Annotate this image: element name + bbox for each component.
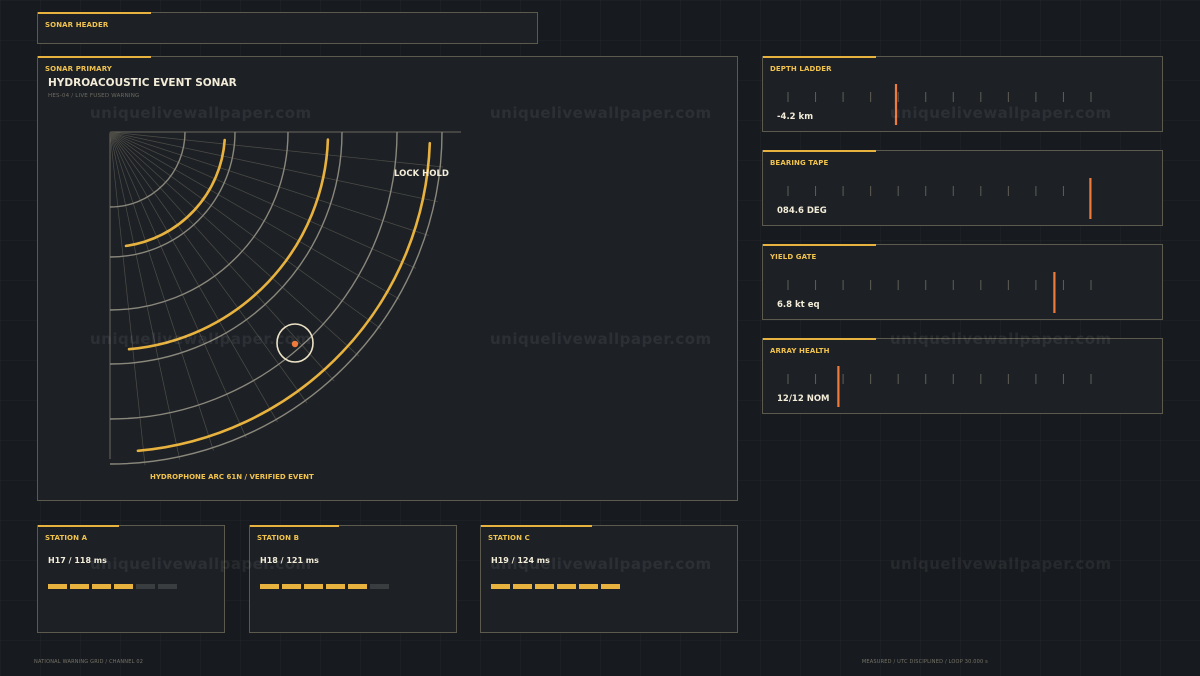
range-ring — [109, 131, 398, 420]
signal-bar — [304, 584, 323, 589]
station-value: H17 / 118 ms — [48, 556, 107, 565]
arc-caption: HYDROPHONE ARC 61N / VERIFIED EVENT — [150, 473, 314, 481]
bearing-ray — [109, 131, 429, 236]
bearing-ray — [109, 131, 438, 203]
ruler-scale — [787, 366, 1092, 407]
signal-bar — [260, 584, 279, 589]
ruler-scale — [787, 84, 1092, 125]
signal-bar — [557, 584, 576, 589]
bearing-ray — [109, 131, 181, 460]
station-value: H18 / 121 ms — [260, 556, 319, 565]
signal-bar — [48, 584, 67, 589]
panel-accent-bar — [38, 525, 119, 527]
ruler-scale — [787, 272, 1092, 313]
signal-bars — [48, 584, 177, 589]
signal-bar — [348, 584, 367, 589]
panel-accent-bar — [38, 12, 151, 14]
signal-bar — [535, 584, 554, 589]
signal-bar — [513, 584, 532, 589]
signal-bar — [491, 584, 510, 589]
detection-arc[interactable] — [136, 141, 432, 453]
panel-title: STATION A — [45, 534, 88, 542]
footer-right: MEASURED / UTC DISCIPLINED / LOOP 30.000… — [861, 659, 988, 665]
panel-accent-bar — [481, 525, 592, 527]
corner-notch-icon — [523, 13, 537, 27]
corner-notch-icon — [723, 526, 737, 540]
bearing-ray — [109, 131, 401, 300]
corner-notch-icon — [210, 526, 224, 540]
station-panel: STATION C H19 / 124 ms — [480, 525, 738, 633]
ruler-scale — [787, 178, 1092, 219]
panel-title: STATION B — [257, 534, 300, 542]
bearing-ray — [109, 131, 146, 466]
signal-bars — [491, 584, 620, 589]
readout-panel: BEARING TAPE 084.6 DEG — [762, 150, 1163, 226]
panel-accent-bar — [250, 525, 339, 527]
sonar-grid — [109, 131, 461, 466]
signal-bar — [282, 584, 301, 589]
signal-bar — [326, 584, 345, 589]
panel-title: STATION C — [488, 534, 530, 542]
bearing-ray — [109, 131, 444, 168]
sonar-display: LOCK HOLD HYDROPHONE ARC 61N / VERIFIED … — [109, 131, 461, 481]
signal-bar — [70, 584, 89, 589]
sonar-primary-panel: SONAR PRIMARY HYDROACOUSTIC EVENT SONAR … — [37, 56, 738, 501]
corner-notch-icon — [442, 526, 456, 540]
signal-bar — [136, 584, 155, 589]
station-value: H19 / 124 ms — [491, 556, 550, 565]
signal-bar — [601, 584, 620, 589]
signal-bar — [370, 584, 389, 589]
range-ring — [109, 131, 236, 258]
watermark: uniquelivewallpaper.com — [890, 555, 1112, 573]
readout-panel: ARRAY HEALTH 12/12 NOM — [762, 338, 1163, 414]
range-ring — [109, 131, 289, 311]
target-dot — [291, 340, 299, 348]
signal-bar — [158, 584, 177, 589]
bearing-ray — [109, 131, 335, 382]
panel-title: SONAR HEADER — [45, 21, 109, 29]
readout-panel: YIELD GATE 6.8 kt eq — [762, 244, 1163, 320]
readout-panel: DEPTH LADDER -4.2 km — [762, 56, 1163, 132]
lock-hold-label: LOCK HOLD — [394, 169, 449, 179]
sonar-header-panel: SONAR HEADER — [37, 12, 538, 44]
station-panel: STATION A H17 / 118 ms — [37, 525, 225, 633]
detection-arc[interactable] — [124, 138, 226, 248]
range-ring — [109, 131, 186, 208]
bearing-ray — [109, 131, 278, 423]
bearing-ray — [109, 131, 360, 357]
footer-left: NATIONAL WARNING GRID / CHANNEL 02 — [34, 659, 144, 665]
event-target[interactable] — [276, 323, 314, 363]
bearing-ray — [109, 131, 214, 451]
signal-bar — [92, 584, 111, 589]
signal-bar — [114, 584, 133, 589]
station-panel: STATION B H18 / 121 ms — [249, 525, 457, 633]
signal-bars — [260, 584, 389, 589]
signal-bar — [579, 584, 598, 589]
